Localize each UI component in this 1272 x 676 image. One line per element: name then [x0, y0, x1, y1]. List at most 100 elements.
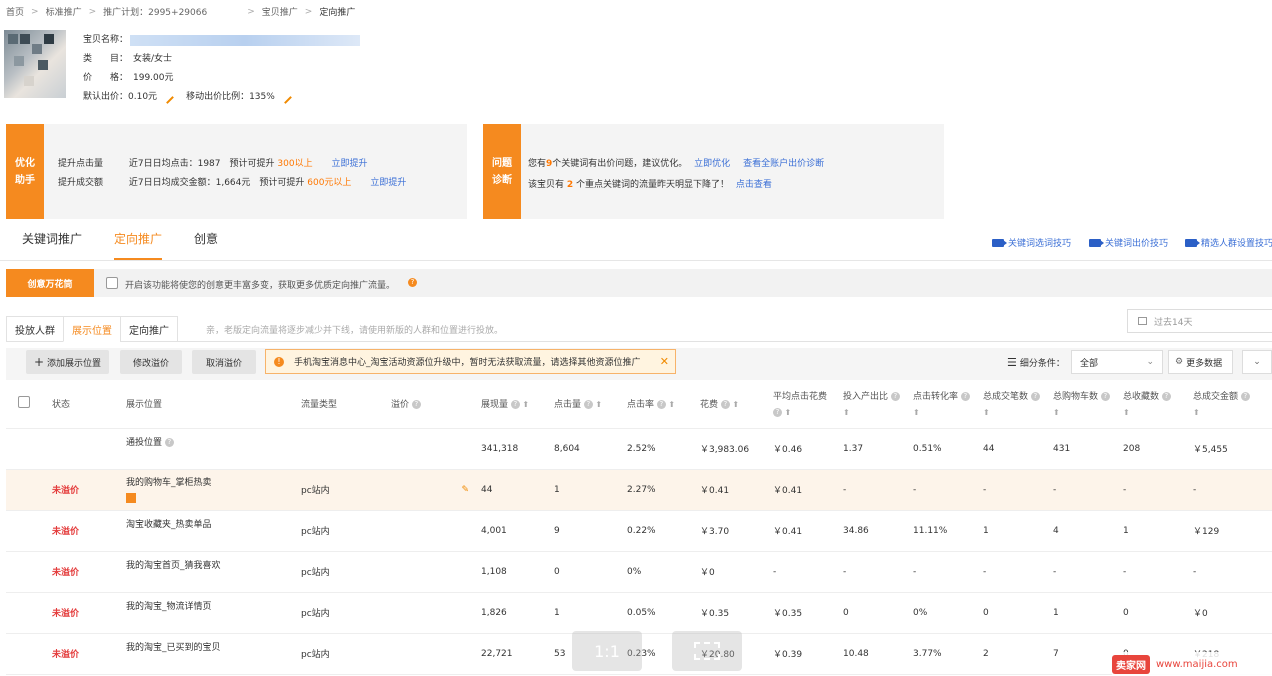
edit-mobile-ratio-icon[interactable] — [278, 91, 292, 104]
help-icon[interactable]: ? — [583, 399, 593, 409]
help-icon[interactable]: ? — [1100, 391, 1110, 401]
header-orders-cell[interactable]: 总成交笔数 ? ⬆ — [979, 382, 1049, 429]
header-cvr: 点击转化率 — [913, 391, 959, 402]
header-carts-cell[interactable]: 总购物车数 ? ⬆ — [1049, 382, 1119, 429]
subtab-audience[interactable]: 投放人群 — [6, 316, 64, 342]
breadcrumb-plan[interactable]: 推广计划：2995+29066 — [103, 5, 207, 18]
image-icon[interactable] — [126, 492, 136, 503]
header-cost-cell[interactable]: 花费 ? ⬆ — [696, 382, 769, 429]
help-icon[interactable]: ? — [1161, 391, 1171, 401]
table-cell: 0 — [979, 592, 1049, 634]
sort-arrow-icon[interactable]: ⬆ — [913, 408, 920, 417]
edit-default-bid-icon[interactable] — [161, 91, 174, 104]
help-icon[interactable]: ? — [773, 407, 782, 417]
subtab-placement[interactable]: 展示位置 — [63, 316, 121, 342]
table-row[interactable]: 未溢价 我的购物车_掌柜热卖 pc站内 ✎ 44 1 2.27% ￥0.41 ￥… — [6, 469, 1272, 511]
help-icon[interactable]: ? — [1240, 391, 1250, 401]
sort-arrow-icon[interactable]: ⬆ — [593, 400, 602, 409]
sort-arrow-icon[interactable]: ⬆ — [666, 400, 675, 409]
status-badge: 未溢价 — [32, 633, 122, 675]
table-cell: 3.77% — [909, 633, 979, 675]
product-thumbnail[interactable] — [4, 30, 66, 98]
header-impressions-cell[interactable]: 展现量 ? ⬆ — [477, 382, 550, 429]
breadcrumb-standard[interactable]: 标准推广 — [46, 5, 82, 18]
table-cell: ￥129 — [1189, 510, 1272, 552]
sort-arrow-icon[interactable]: ⬆ — [730, 400, 739, 409]
table-cell: 11.11% — [909, 510, 979, 552]
help-icon[interactable]: ? — [411, 399, 421, 409]
table-row[interactable]: 未溢价 我的淘宝首页_猜我喜欢 pc站内 1,108 0 0% ￥0 - - -… — [6, 551, 1272, 593]
boost-sales-link[interactable]: 立即提升 — [370, 178, 406, 188]
table-row[interactable]: 未溢价 我的淘宝_物流详情页 pc站内 1,826 1 0.05% ￥0.35 … — [6, 592, 1272, 634]
video-link-keyword-bid[interactable]: 关键词出价技巧 — [1089, 236, 1168, 249]
table-row[interactable]: 未溢价 淘宝收藏夹_热卖单品 pc站内 4,001 9 0.22% ￥3.70 … — [6, 510, 1272, 552]
tab-keyword-promo[interactable]: 关键词推广 — [22, 230, 82, 260]
table-cell: ￥0.46 — [769, 428, 839, 470]
table-cell: ￥0.41 — [696, 469, 769, 511]
breadcrumb-item-promo[interactable]: 宝贝推广 — [262, 5, 298, 18]
category-value: 女装/女士 — [133, 54, 173, 64]
tab-creative[interactable]: 创意 — [194, 230, 218, 260]
placement-name: 我的购物车_掌柜热卖 — [126, 477, 212, 488]
table-cell: - — [769, 551, 839, 593]
thumbnail-pixel — [32, 44, 42, 54]
sort-arrow-icon[interactable]: ⬆ — [782, 408, 792, 417]
subtab-notice: 亲，老版定向流量将逐步减少并下线，请使用新版的人群和位置进行投放。 — [206, 326, 504, 336]
video-link-keyword-selection[interactable]: 关键词选词技巧 — [992, 236, 1071, 249]
help-icon[interactable]: ? — [890, 391, 900, 401]
header-ctr-cell[interactable]: 点击率 ? ⬆ — [623, 382, 696, 429]
breadcrumb-home[interactable]: 首页 — [6, 5, 24, 18]
creative-kaleidoscope-button[interactable]: 创意万花筒 — [6, 269, 94, 297]
account-bid-diagnosis-link[interactable]: 查看全账户出价诊断 — [743, 159, 824, 169]
header-gmv-cell[interactable]: 总成交金额 ? ⬆ — [1189, 382, 1272, 429]
close-icon[interactable]: ✕ — [660, 355, 669, 368]
product-price-row: 价 格： 199.00元 — [83, 69, 360, 88]
filter-select[interactable]: 全部 ⌄ — [1071, 350, 1163, 374]
sort-arrow-icon[interactable]: ⬆ — [1053, 408, 1060, 417]
expand-toggle[interactable]: ⌄ — [1242, 350, 1272, 374]
enable-kaleidoscope-checkbox[interactable] — [106, 277, 118, 289]
add-placement-button[interactable]: + 添加展示位置 — [26, 350, 109, 374]
table-cell: ￥0.39 — [769, 633, 839, 675]
placement-name: 淘宝收藏夹_热卖单品 — [122, 510, 297, 552]
sort-arrow-icon[interactable]: ⬆ — [843, 408, 850, 417]
help-icon[interactable]: ? — [1030, 391, 1040, 401]
help-icon[interactable]: ? — [960, 391, 970, 401]
date-range-picker[interactable]: 过去14天 — [1127, 309, 1272, 333]
table-cell: 9 — [550, 510, 623, 552]
table-cell: 通投位置 ? — [122, 428, 297, 470]
fit-screen-button[interactable] — [672, 631, 742, 671]
modify-premium-button[interactable]: 修改溢价 — [120, 350, 182, 374]
sort-arrow-icon[interactable]: ⬆ — [1193, 408, 1200, 417]
header-clicks-cell[interactable]: 点击量 ? ⬆ — [550, 382, 623, 429]
diagnose-tag: 问题诊断 — [483, 124, 521, 219]
video-link-audience[interactable]: 精选人群设置技巧 — [1185, 236, 1272, 249]
product-name-blurred[interactable] — [130, 35, 361, 46]
table-cell: pc站内 — [297, 510, 387, 552]
sort-arrow-icon[interactable]: ⬆ — [520, 400, 529, 409]
cancel-premium-button[interactable]: 取消溢价 — [192, 350, 256, 374]
header-avg-cpc-cell[interactable]: 平均点击花费? ⬆ — [769, 382, 839, 429]
zoom-one-to-one-button[interactable]: 1:1 — [572, 631, 642, 671]
edit-premium-icon[interactable]: ✎ — [461, 485, 469, 495]
optimize-now-link[interactable]: 立即优化 — [694, 159, 730, 169]
view-details-link[interactable]: 点击查看 — [736, 180, 772, 190]
sort-arrow-icon[interactable]: ⬆ — [1123, 408, 1130, 417]
header-cvr-cell[interactable]: 点击转化率 ? ⬆ — [909, 382, 979, 429]
more-data-button[interactable]: ⚙ 更多数据 — [1168, 350, 1233, 374]
subtab-targeted[interactable]: 定向推广 — [120, 316, 178, 342]
help-icon[interactable]: ? — [720, 399, 730, 409]
sort-arrow-icon[interactable]: ⬆ — [983, 408, 990, 417]
help-icon[interactable]: ? — [510, 399, 520, 409]
help-icon[interactable]: ? — [164, 437, 174, 447]
header-favorites-cell[interactable]: 总收藏数 ? ⬆ — [1119, 382, 1189, 429]
help-icon[interactable]: ? — [408, 278, 417, 287]
header-roi-cell[interactable]: 投入产出比 ? ⬆ — [839, 382, 909, 429]
filter-label-group: ☰ 细分条件： — [1007, 356, 1065, 369]
select-all-checkbox[interactable] — [18, 395, 30, 408]
category-label: 类 目： — [83, 54, 129, 64]
table-cell: 2.27% — [623, 469, 696, 511]
boost-clicks-link[interactable]: 立即提升 — [331, 159, 367, 169]
help-icon[interactable]: ? — [656, 399, 666, 409]
tab-targeted-promo[interactable]: 定向推广 — [114, 230, 163, 260]
